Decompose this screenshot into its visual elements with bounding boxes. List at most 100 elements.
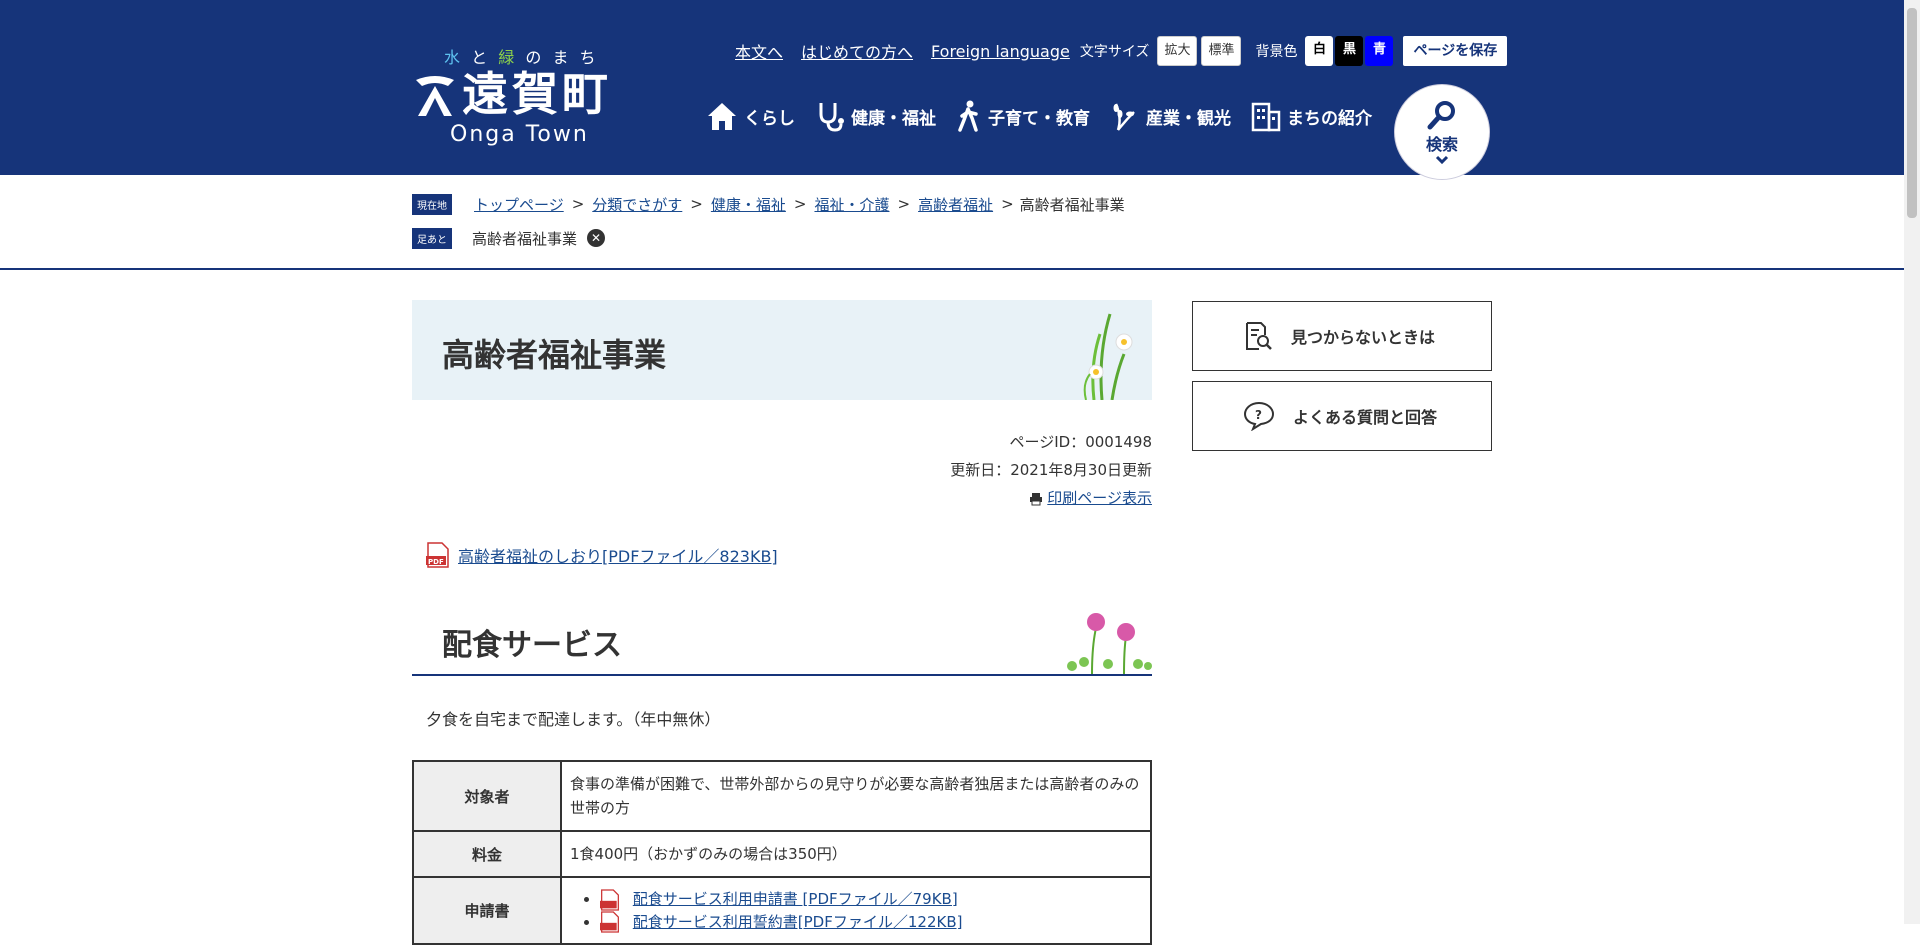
list-item: 配食サービス利用申請書 [PDFファイル／79KB] [600, 888, 1142, 911]
global-nav: くらし 健康・福祉 子育て・教育 産業・観光 まちの紹介 [706, 100, 1392, 132]
crumb-top[interactable]: トップページ [474, 194, 564, 215]
walking-person-icon [958, 100, 978, 132]
site-header: 水 と 緑 の ま ち 遠賀町 Onga Town 本文へ はじめての方へ Fo… [0, 0, 1904, 180]
first-visit-link[interactable]: はじめての方へ [801, 39, 913, 63]
table-row: 料金 1食400円（おかずのみの場合は350円） [412, 830, 1152, 878]
breadcrumb-current: 現在地 トップページ > 分類でさがす > 健康・福祉 > 福祉・介護 > 高齢… [412, 190, 1125, 218]
font-normal-button[interactable]: 標準 [1201, 36, 1242, 66]
nav-industry-label: 産業・観光 [1146, 108, 1231, 129]
nav-childcare-label: 子育て・教育 [988, 108, 1090, 129]
crumb-welfare[interactable]: 福祉・介護 [814, 194, 889, 215]
pdf-icon: PDF [426, 542, 450, 568]
pdf-guide-link-row: PDF 高齢者福祉のしおり[PDFファイル／823KB] [426, 542, 1152, 568]
pledge-form-pdf-link[interactable]: 配食サービス利用誓約書[PDFファイル／122KB] [633, 913, 963, 931]
nav-industry[interactable]: 産業・観光 [1110, 100, 1231, 132]
nav-town-label: まちの紹介 [1287, 108, 1372, 129]
table-cell: 食事の準備が困難で、世帯外部からの見守りが必要な高齢者独居または高齢者のみの世帯… [560, 760, 1152, 832]
section-heading-meal: 配食サービス [412, 608, 1152, 676]
page-scrollbar[interactable] [1904, 0, 1920, 924]
chevron-down-icon [1435, 155, 1449, 165]
crumb-sep: > [1001, 195, 1014, 213]
elderly-guide-pdf-link[interactable]: 高齢者福祉のしおり[PDFファイル／823KB] [458, 543, 778, 567]
bg-black-button[interactable]: 黒 [1335, 36, 1364, 66]
search-button[interactable]: 検索 [1394, 84, 1490, 180]
svg-text:?: ? [1255, 408, 1262, 422]
crumb-sep: > [897, 195, 911, 213]
crumb-sep: > [793, 195, 807, 213]
application-form-pdf-link[interactable]: 配食サービス利用申請書 [PDFファイル／79KB] [633, 890, 958, 908]
page-title: 高齢者福祉事業 [442, 336, 667, 374]
save-page-button[interactable]: ページを保存 [1403, 36, 1508, 66]
bg-blue-button[interactable]: 青 [1365, 36, 1394, 66]
faq-label: よくある質問と回答 [1293, 408, 1438, 427]
building-icon [1251, 102, 1281, 132]
breadcrumb: 現在地 トップページ > 分類でさがす > 健康・福祉 > 福祉・介護 > 高齢… [412, 190, 1125, 258]
crumb-elderly[interactable]: 高齢者福祉 [918, 194, 993, 215]
logo-english: Onga Town [450, 122, 589, 147]
bg-color-label: 背景色 [1255, 44, 1298, 60]
page-title-box: 高齢者福祉事業 [412, 300, 1152, 400]
crumb-sep: > [571, 195, 585, 213]
utility-bar: 本文へ はじめての方へ Foreign language 文字サイズ 拡大 標準… [735, 36, 1508, 66]
nav-kurashi-label: くらし [744, 108, 795, 129]
list-item: 配食サービス利用誓約書[PDFファイル／122KB] [600, 911, 1142, 934]
header-divider [0, 268, 1904, 270]
nav-kurashi[interactable]: くらし [706, 100, 795, 132]
nav-town[interactable]: まちの紹介 [1251, 100, 1372, 132]
crumb-current: 高齢者福祉事業 [1019, 195, 1125, 214]
pdf-icon [600, 888, 620, 911]
font-size-label: 文字サイズ [1079, 44, 1150, 60]
home-icon [708, 103, 736, 130]
nav-health[interactable]: 健康・福祉 [815, 100, 936, 132]
document-search-icon [1246, 322, 1272, 350]
daffodil-illustration-icon [1083, 313, 1133, 400]
logo-name: 遠賀町 [462, 67, 612, 121]
logo-tagline: 水 と 緑 の ま ち [444, 48, 599, 67]
table-header-cell: 対象者 [412, 760, 562, 832]
breadcrumb-trail: 足あと 高齢者福祉事業 ✕ [412, 224, 1125, 252]
pdf-icon [600, 911, 620, 933]
nav-health-label: 健康・福祉 [851, 108, 936, 129]
not-found-label: 見つからないときは [1291, 328, 1436, 347]
section-description: 夕食を自宅まで配達します。（年中無休） [426, 710, 721, 729]
page-meta: ページID：0001498 更新日：2021年8月30日更新 印刷ページ表示 [412, 428, 1152, 512]
meal-service-table: 対象者 食事の準備が困難で、世帯外部からの見守りが必要な高齢者独居または高齢者の… [412, 760, 1152, 945]
site-logo[interactable]: 水 と 緑 の ま ち 遠賀町 Onga Town [412, 42, 622, 152]
crumb-sep: > [690, 195, 703, 213]
crumb-health[interactable]: 健康・福祉 [711, 194, 786, 215]
question-bubble-icon: ? [1243, 401, 1275, 431]
stethoscope-icon [819, 103, 844, 132]
rice-plant-icon [1113, 103, 1135, 131]
print-page-link[interactable]: 印刷ページ表示 [1047, 489, 1152, 507]
faq-button[interactable]: ? よくある質問と回答 [1192, 381, 1492, 451]
table-row: 対象者 食事の準備が困難で、世帯外部からの見守りが必要な高齢者独居または高齢者の… [412, 760, 1152, 832]
table-header-cell: 申請書 [412, 876, 562, 945]
main-content: 高齢者福祉事業 ページID：0001498 更新日：2021年8月30日更新 印… [412, 300, 1152, 945]
bg-white-button[interactable]: 白 [1305, 36, 1334, 66]
skip-to-content-link[interactable]: 本文へ [735, 39, 783, 63]
scrollbar-thumb[interactable] [1907, 8, 1917, 218]
table-header-cell: 料金 [412, 830, 562, 878]
not-found-button[interactable]: 見つからないときは [1192, 301, 1492, 371]
printer-icon [1029, 492, 1042, 505]
font-large-button[interactable]: 拡大 [1157, 36, 1198, 66]
town-emblem-icon [416, 76, 454, 116]
sidebar: 見つからないときは ? よくある質問と回答 [1192, 301, 1492, 461]
search-label: 検索 [1425, 135, 1458, 154]
crumb-category[interactable]: 分類でさがす [592, 194, 682, 215]
page-id: ページID：0001498 [1009, 433, 1152, 451]
current-location-tag: 現在地 [412, 193, 452, 215]
section-heading-text: 配食サービス [442, 628, 622, 663]
trail-item: 高齢者福祉事業 [472, 229, 578, 248]
search-icon [1427, 101, 1455, 130]
table-row: 申請書 配食サービス利用申請書 [PDFファイル／79KB] 配食サービス利用誓… [412, 876, 1152, 945]
table-cell: 配食サービス利用申請書 [PDFファイル／79KB] 配食サービス利用誓約書[P… [560, 876, 1152, 945]
trail-tag: 足あと [412, 227, 452, 249]
svg-text:PDF: PDF [428, 558, 444, 566]
close-icon[interactable]: ✕ [587, 229, 606, 247]
updated-date: 更新日：2021年8月30日更新 [950, 461, 1152, 479]
nav-childcare[interactable]: 子育て・教育 [956, 100, 1090, 132]
clover-flower-illustration-icon [1067, 613, 1152, 674]
table-cell: 1食400円（おかずのみの場合は350円） [560, 830, 1152, 878]
foreign-language-link[interactable]: Foreign language [931, 42, 1070, 61]
